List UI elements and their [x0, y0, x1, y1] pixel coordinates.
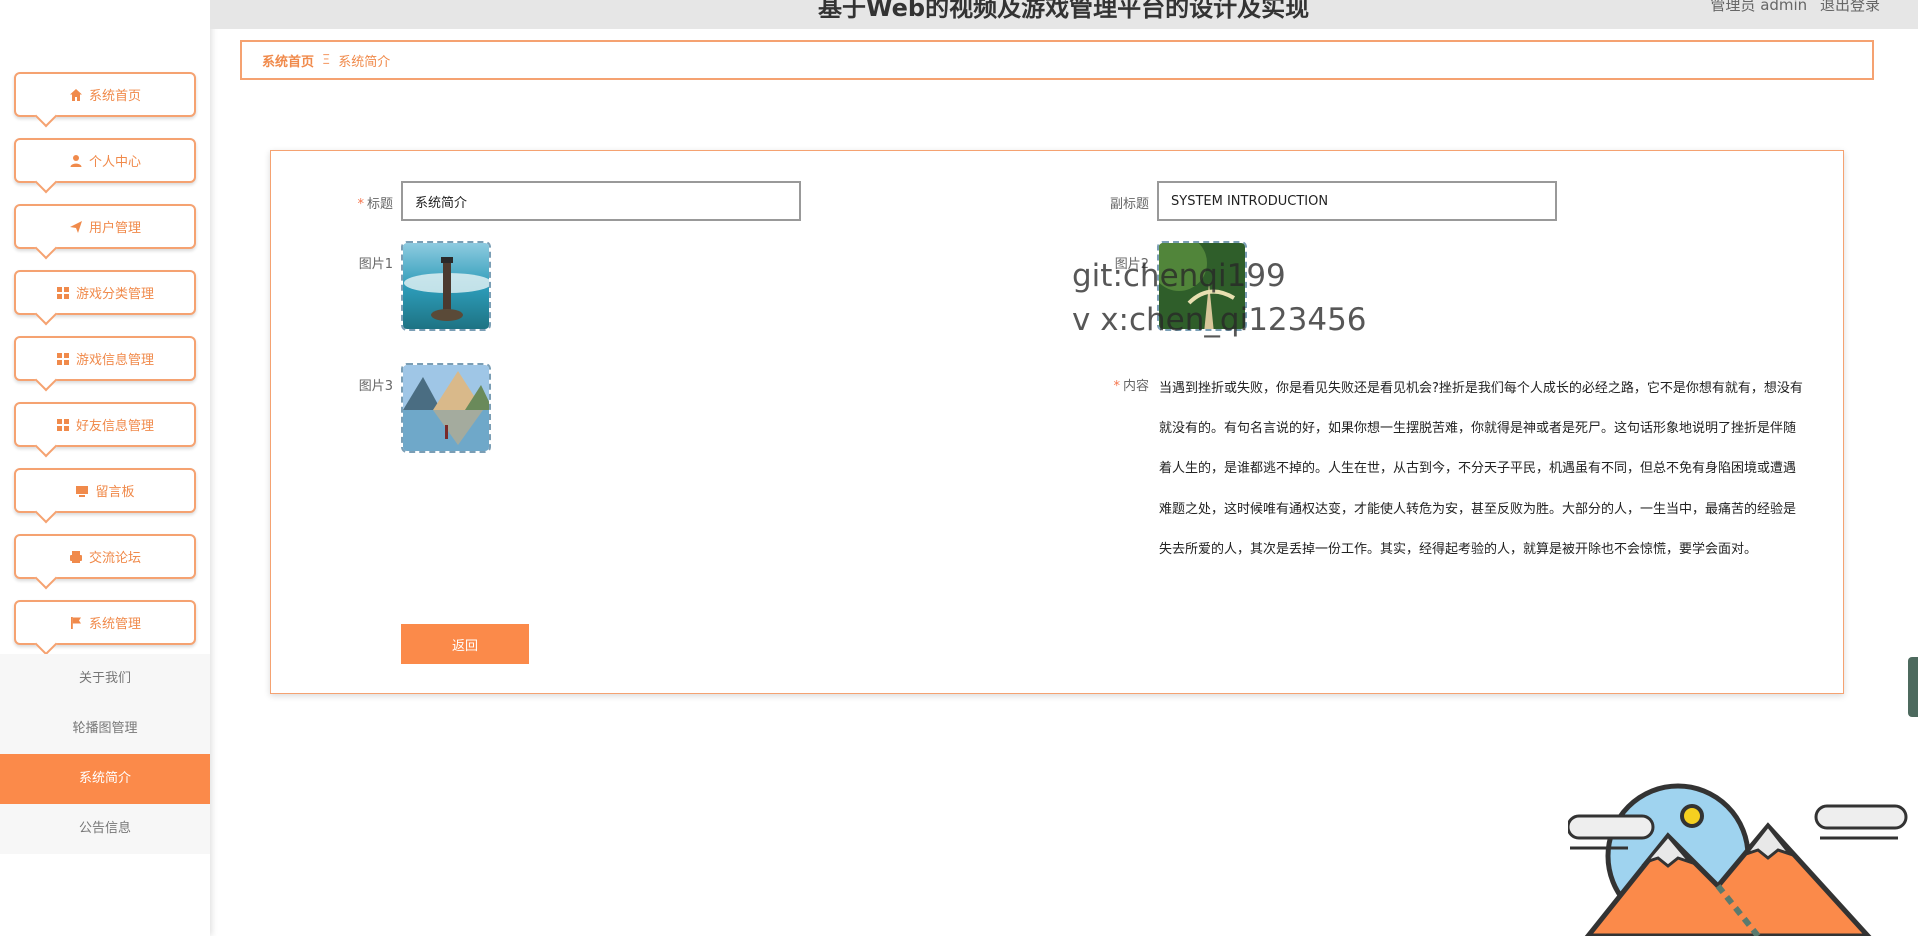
back-button[interactable]: 返回: [401, 624, 529, 664]
sidebar-item-message-board[interactable]: 留言板: [14, 468, 196, 513]
sidebar-item-label: 好友信息管理: [75, 419, 154, 434]
user-icon: [70, 154, 82, 167]
sidebar-item-label: 游戏分类管理: [75, 287, 154, 302]
grid-icon: [56, 418, 69, 431]
grid-icon: [56, 352, 69, 365]
user-info: 管理员 admin 退出登录: [1710, 0, 1880, 15]
sidebar-item-users[interactable]: 用户管理: [14, 204, 196, 249]
app-root: 系统首页 个人中心 用户管理 游戏分类管理 游戏信息管理 好友信息管理 留言板: [0, 0, 1918, 936]
printer-icon: [69, 550, 82, 563]
submenu-item-system-intro[interactable]: 系统简介: [0, 754, 210, 804]
sidebar-item-label: 系统首页: [88, 89, 141, 104]
sidebar-item-label: 游戏信息管理: [75, 353, 154, 368]
sidebar-item-forum[interactable]: 交流论坛: [14, 534, 196, 579]
image1-label: 图片1: [358, 257, 393, 272]
system-submenu: 关于我们 轮播图管理 系统简介 公告信息: [0, 654, 210, 854]
grid-icon: [56, 286, 69, 299]
home-icon: [69, 88, 82, 101]
submenu-item-about[interactable]: 关于我们: [0, 654, 210, 704]
send-icon: [69, 220, 82, 233]
breadcrumb-current: 系统简介: [338, 54, 391, 70]
breadcrumb-home[interactable]: 系统首页: [262, 51, 314, 70]
sidebar-item-label: 个人中心: [88, 155, 141, 170]
site-title: 基于Web的视频及游戏管理平台的设计及实现: [818, 0, 1310, 22]
detail-form-card: *标题 副标题 图片1 图片2: [270, 150, 1844, 694]
mountain-illustration: [1568, 783, 1908, 936]
image3-label: 图片3: [358, 379, 393, 394]
submenu-item-announcements[interactable]: 公告信息: [0, 804, 210, 854]
sidebar-item-game-info[interactable]: 游戏信息管理: [14, 336, 196, 381]
sidebar-item-friends[interactable]: 好友信息管理: [14, 402, 196, 447]
monitor-icon: [76, 485, 89, 497]
image2-label: 图片2: [1114, 257, 1149, 272]
lighthouse-image: [403, 243, 489, 329]
sidebar-item-system[interactable]: 系统管理: [14, 600, 196, 645]
title-label: * 标题: [357, 197, 393, 212]
image2-thumbnail[interactable]: [1157, 241, 1247, 331]
sidebar-item-label: 系统管理: [88, 617, 141, 632]
sidebar-item-profile[interactable]: 个人中心: [14, 138, 196, 183]
required-mark: *: [1113, 379, 1120, 394]
breadcrumb-separator-icon: Ξ: [322, 52, 331, 68]
content-text: 当遇到挫折或失败，你是看见失败还是看见机会?挫折是我们每个人成长的必经之路，它不…: [1159, 381, 1803, 557]
sidebar: 系统首页 个人中心 用户管理 游戏分类管理 游戏信息管理 好友信息管理 留言板: [0, 0, 210, 936]
scrollbar-handle[interactable]: [1908, 657, 1918, 717]
submenu-item-carousel[interactable]: 轮播图管理: [0, 704, 210, 754]
required-mark: *: [357, 197, 364, 212]
user-label: 管理员 admin: [1710, 0, 1808, 14]
image3-thumbnail[interactable]: [401, 363, 491, 453]
sidebar-item-home[interactable]: 系统首页: [14, 72, 196, 117]
sidebar-item-label: 交流论坛: [88, 551, 141, 566]
plant-image: [1159, 243, 1245, 329]
image1-thumbnail[interactable]: [401, 241, 491, 331]
sidebar-item-label: 用户管理: [88, 221, 141, 236]
sidebar-item-label: 留言板: [95, 485, 135, 500]
lake-mountain-image: [403, 365, 489, 451]
breadcrumb: 系统首页 Ξ 系统简介: [240, 40, 1874, 80]
top-header: 基于Web的视频及游戏管理平台的设计及实现 管理员 admin 退出登录: [210, 0, 1918, 29]
subtitle-input[interactable]: [1157, 181, 1557, 221]
sidebar-item-game-category[interactable]: 游戏分类管理: [14, 270, 196, 315]
title-input[interactable]: [401, 181, 801, 221]
logout-link[interactable]: 退出登录: [1820, 0, 1880, 14]
subtitle-label: 副标题: [1109, 197, 1149, 212]
content-label: * 内容: [1113, 379, 1149, 394]
flag-icon: [70, 616, 81, 629]
